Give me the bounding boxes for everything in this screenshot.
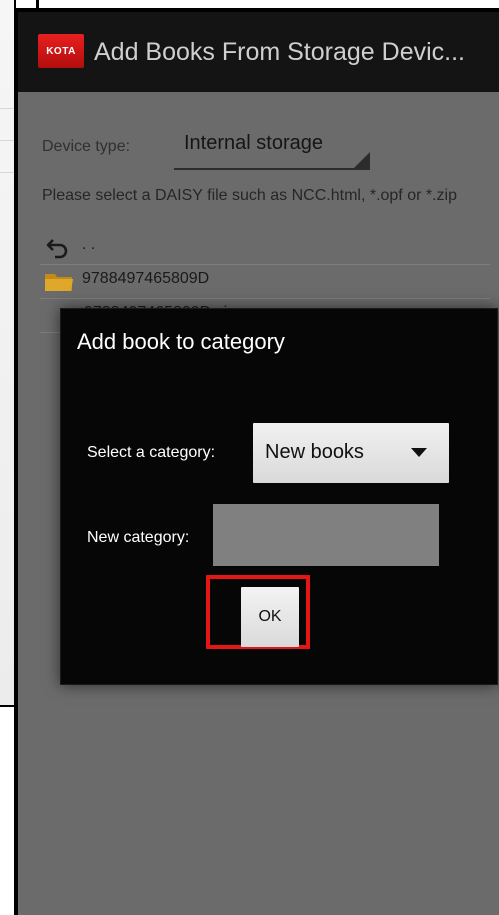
new-category-input[interactable] xyxy=(213,504,439,566)
dialog-title: Add book to category xyxy=(77,329,285,354)
device-type-spinner[interactable]: Internal storage xyxy=(174,130,370,170)
ok-button[interactable]: OK xyxy=(241,587,299,647)
instruction-text: Please select a DAISY file such as NCC.h… xyxy=(42,187,457,204)
add-to-category-dialog: Add book to category Select a category: … xyxy=(60,308,498,685)
background-divider xyxy=(0,172,14,173)
phone-screen: KOTA Add Books From Storage Devic... Dev… xyxy=(14,8,499,915)
file-list-item-parent[interactable]: . . xyxy=(40,230,490,265)
select-category-label: Select a category: xyxy=(87,444,216,461)
folder-icon xyxy=(45,274,73,291)
caret-down-icon xyxy=(411,448,427,457)
spinner-corner-icon xyxy=(354,152,370,168)
category-dropdown-value: New books xyxy=(265,441,364,463)
device-type-value: Internal storage xyxy=(184,132,323,154)
file-list-item-label: . . xyxy=(82,236,96,253)
file-list-item-folder[interactable]: 9788497465809D xyxy=(40,264,490,299)
app-title: Add Books From Storage Devic... xyxy=(94,38,465,66)
back-arrow-icon xyxy=(46,239,68,259)
device-type-label: Device type: xyxy=(42,138,131,155)
file-list-item-label: 9788497465809D xyxy=(82,270,210,287)
action-bar: KOTA Add Books From Storage Devic... xyxy=(18,12,499,92)
category-dropdown[interactable]: New books xyxy=(253,423,449,483)
app-logo: KOTA xyxy=(38,34,84,68)
new-category-label: New category: xyxy=(87,529,190,546)
background-divider xyxy=(0,140,14,141)
background-divider xyxy=(0,108,14,109)
